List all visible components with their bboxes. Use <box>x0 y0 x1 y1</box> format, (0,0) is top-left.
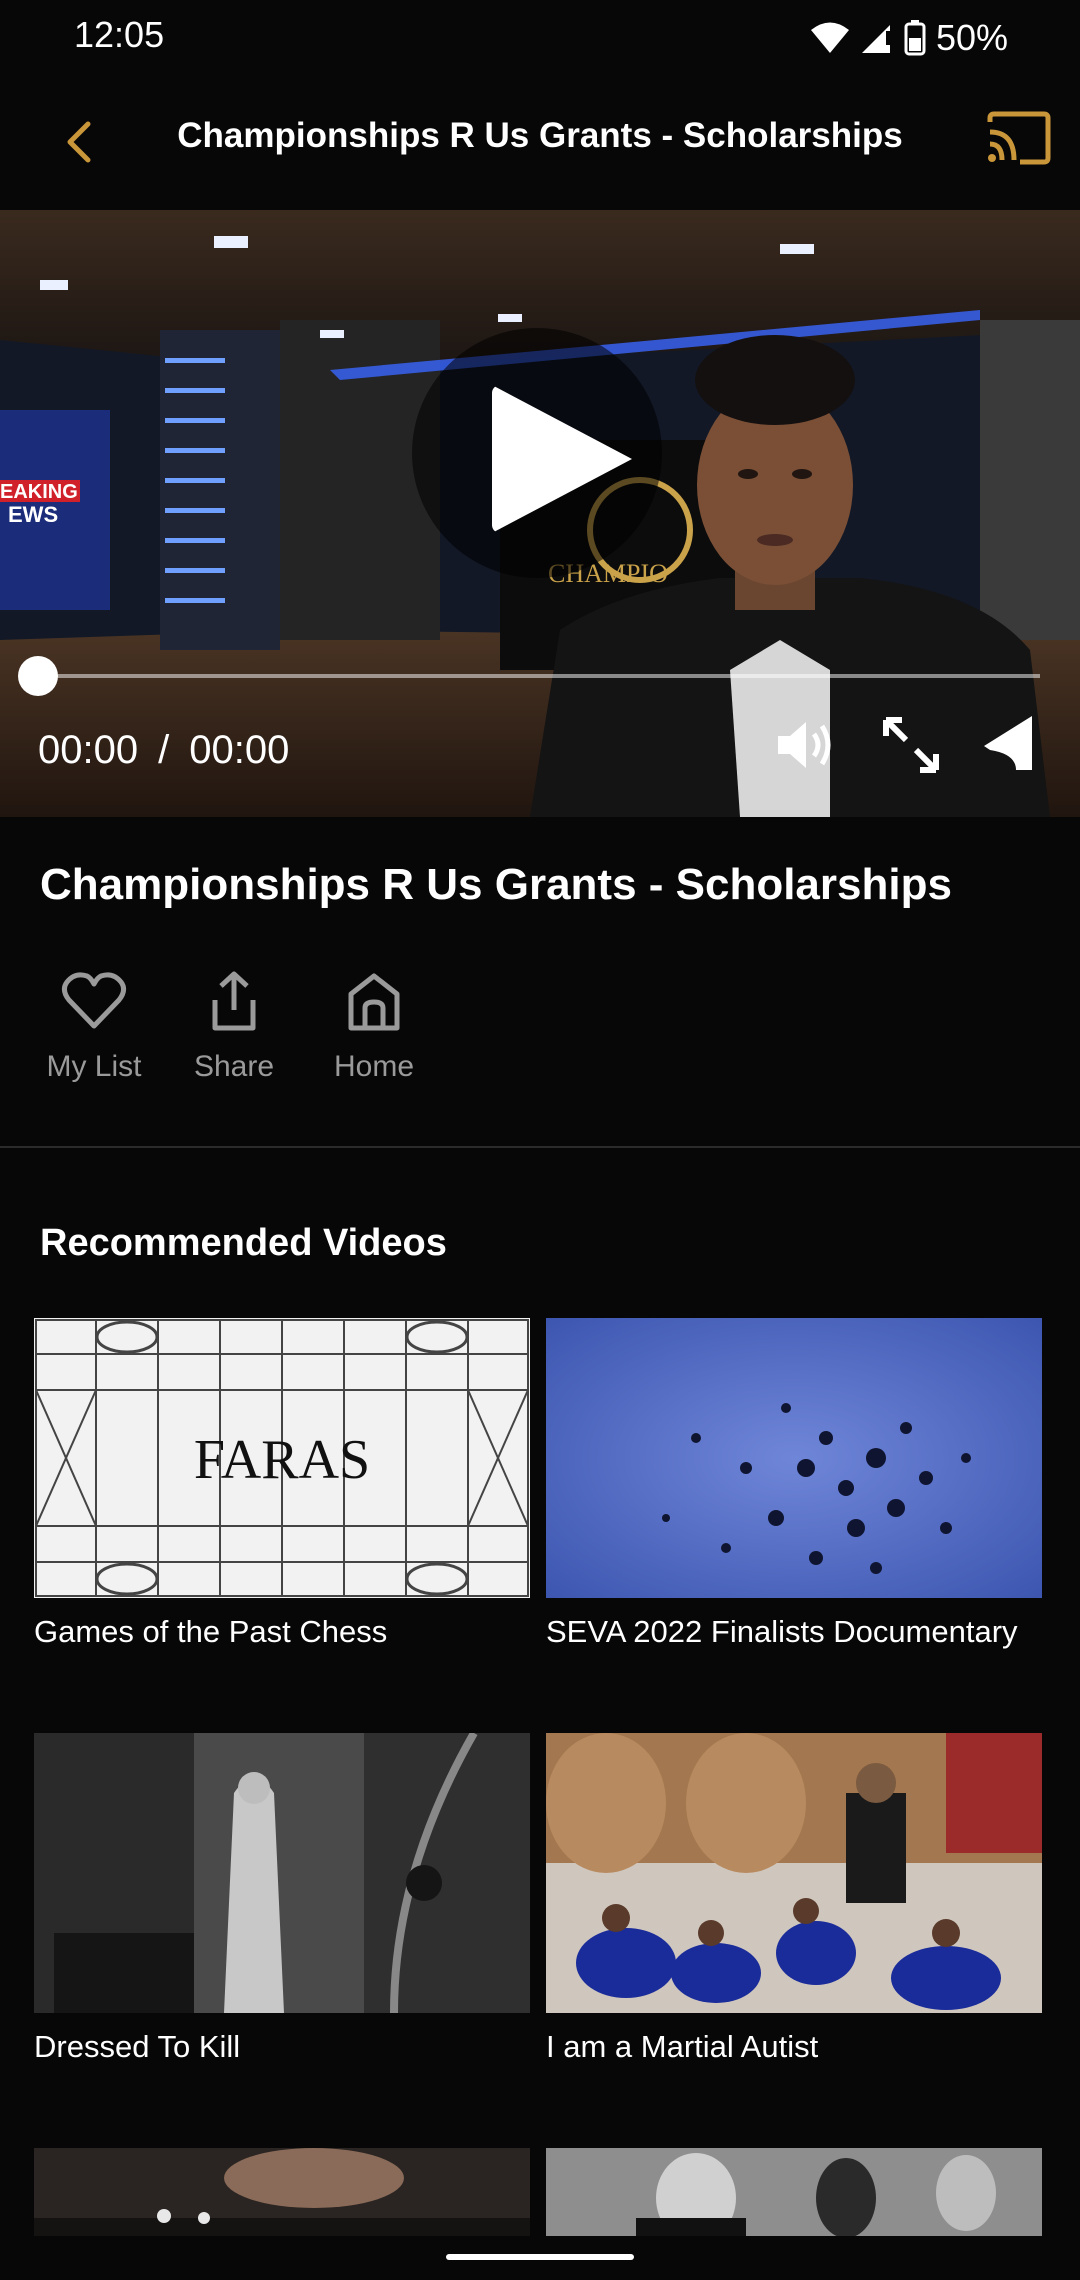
my-list-button[interactable]: My List <box>34 968 154 1084</box>
status-time: 12:05 <box>74 14 165 55</box>
time-readout: 00:00 / 00:00 <box>38 728 289 773</box>
thumb-text-faras: FARAS <box>194 1429 370 1491</box>
my-list-label: My List <box>46 1050 142 1083</box>
video-card[interactable]: I am a Martial Autist <box>546 1733 1042 2065</box>
volume-icon[interactable] <box>770 710 840 780</box>
video-card[interactable]: SEVA 2022 Finalists Documentary <box>546 1318 1042 1650</box>
cast-video-icon[interactable] <box>976 710 1046 780</box>
home-button[interactable]: Home <box>314 968 434 1084</box>
section-divider <box>0 1146 1080 1148</box>
home-icon <box>348 973 400 1031</box>
video-thumbnail <box>546 1733 1042 2013</box>
video-card[interactable]: Dressed To Kill <box>34 1733 530 2065</box>
video-thumbnail <box>34 2148 530 2236</box>
seek-thumb[interactable] <box>18 656 58 696</box>
share-label: Share <box>193 1050 275 1083</box>
video-card-title: Dressed To Kill <box>34 2029 241 2064</box>
cast-icon[interactable] <box>984 108 1054 168</box>
video-card[interactable] <box>34 2148 530 2236</box>
time-separator: / <box>158 728 170 772</box>
heart-icon <box>61 972 127 1029</box>
cell-signal-icon <box>861 25 890 53</box>
battery-percent: 50% <box>935 17 1008 58</box>
seek-bar[interactable] <box>40 674 1040 678</box>
video-card[interactable]: FARAS Games of the Past Chess <box>34 1318 530 1650</box>
app-bar-title: Championships R Us Grants - Scholarships <box>177 116 903 155</box>
duration: 00:00 <box>189 728 290 772</box>
recommended-heading: Recommended Videos <box>40 1222 447 1264</box>
video-thumbnail <box>34 1733 530 2013</box>
play-icon[interactable] <box>492 385 632 533</box>
video-player[interactable]: EAKING EWS CHAMPIO 00:00 / 00:00 <box>0 210 1080 817</box>
status-bar: 12:05 50% <box>0 0 1080 78</box>
battery-icon <box>904 20 926 56</box>
video-card-title: I am a Martial Autist <box>546 2029 819 2064</box>
video-title: Championships R Us Grants - Scholarships <box>40 860 952 909</box>
back-arrow-icon[interactable] <box>50 112 110 172</box>
video-card-title: Games of the Past Chess <box>34 1614 388 1649</box>
action-row: My List Share Home <box>34 968 434 1084</box>
home-indicator[interactable] <box>446 2254 634 2260</box>
video-card[interactable] <box>546 2148 1042 2236</box>
news-text-2: EWS <box>8 502 58 527</box>
share-button[interactable]: Share <box>174 968 294 1084</box>
top-app-bar: Championships R Us Grants - Scholarships <box>0 78 1080 208</box>
status-icons: 50% <box>810 14 1008 62</box>
video-thumbnail <box>546 1318 1042 1598</box>
news-text-1: EAKING <box>0 481 78 503</box>
share-icon <box>212 971 256 1031</box>
video-thumbnail <box>546 2148 1042 2236</box>
current-time: 00:00 <box>38 728 139 772</box>
video-thumbnail: FARAS <box>34 1318 530 1598</box>
home-label: Home <box>333 1050 415 1083</box>
video-card-title: SEVA 2022 Finalists Documentary <box>546 1614 1018 1649</box>
fullscreen-icon[interactable] <box>876 710 946 780</box>
wifi-icon <box>810 22 849 53</box>
